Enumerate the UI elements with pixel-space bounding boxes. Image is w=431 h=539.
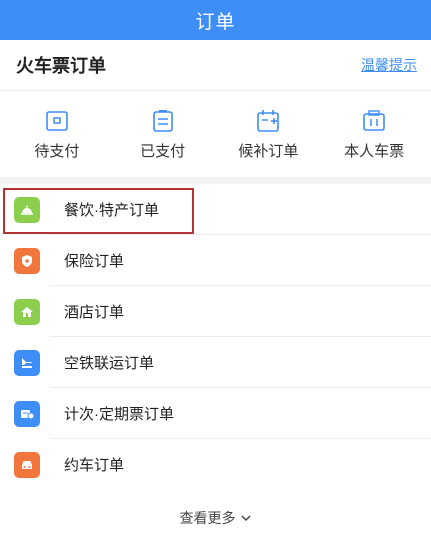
list-item-car-hailing-orders[interactable]: 约车订单	[0, 439, 431, 490]
quick-actions: 待支付 已支付 候补订单 本人车票	[0, 91, 431, 177]
train-orders-header: 火车票订单 温馨提示	[0, 40, 431, 90]
plane-train-icon	[14, 349, 40, 376]
order-list: 餐饮·特产订单 保险订单 酒店订单 空铁联运订单 计次·定期票订单 约车订单	[0, 184, 431, 490]
quick-label: 候补订单	[238, 142, 299, 160]
tips-link[interactable]: 温馨提示	[361, 55, 417, 75]
section-separator	[0, 177, 431, 184]
quick-label: 已支付	[140, 142, 186, 160]
chevron-down-icon	[240, 512, 252, 524]
view-more-label: 查看更多	[179, 510, 236, 526]
list-item-air-rail-orders[interactable]: 空铁联运订单	[0, 337, 431, 388]
top-bar: 订单	[0, 0, 431, 40]
paid-button[interactable]: 已支付	[113, 108, 213, 161]
quick-label: 本人车票	[344, 142, 405, 160]
hotel-icon	[14, 298, 40, 325]
list-item-label: 计次·定期票订单	[64, 406, 174, 423]
list-item-food-orders[interactable]: 餐饮·特产订单	[0, 184, 431, 235]
list-item-label: 空铁联运订单	[64, 355, 155, 372]
list-item-insurance-orders[interactable]: 保险订单	[0, 235, 431, 286]
waitlist-orders-button[interactable]: 候补订单	[218, 108, 318, 161]
list-item-label: 酒店订单	[64, 304, 125, 321]
calendar-plus-icon	[255, 108, 281, 134]
food-cloche-icon	[14, 196, 40, 223]
ticket-icon	[361, 108, 387, 134]
section-title: 火车票订单	[16, 56, 106, 76]
view-more-button[interactable]: 查看更多	[0, 500, 431, 536]
quick-label: 待支付	[34, 142, 80, 160]
list-item-hotel-orders[interactable]: 酒店订单	[0, 286, 431, 337]
shield-icon	[14, 247, 40, 274]
list-item-label: 餐饮·特产订单	[64, 202, 159, 219]
list-item-label: 保险订单	[64, 253, 125, 270]
list-item-label: 约车订单	[64, 457, 125, 474]
my-tickets-button[interactable]: 本人车票	[324, 108, 424, 161]
page-title: 订单	[195, 11, 236, 33]
pending-payment-button[interactable]: 待支付	[7, 108, 107, 161]
wallet-icon	[44, 108, 70, 134]
list-item-multi-trip-orders[interactable]: 计次·定期票订单	[0, 388, 431, 439]
multi-ticket-icon	[14, 400, 40, 427]
car-icon	[14, 451, 40, 478]
clipboard-icon	[150, 108, 176, 134]
